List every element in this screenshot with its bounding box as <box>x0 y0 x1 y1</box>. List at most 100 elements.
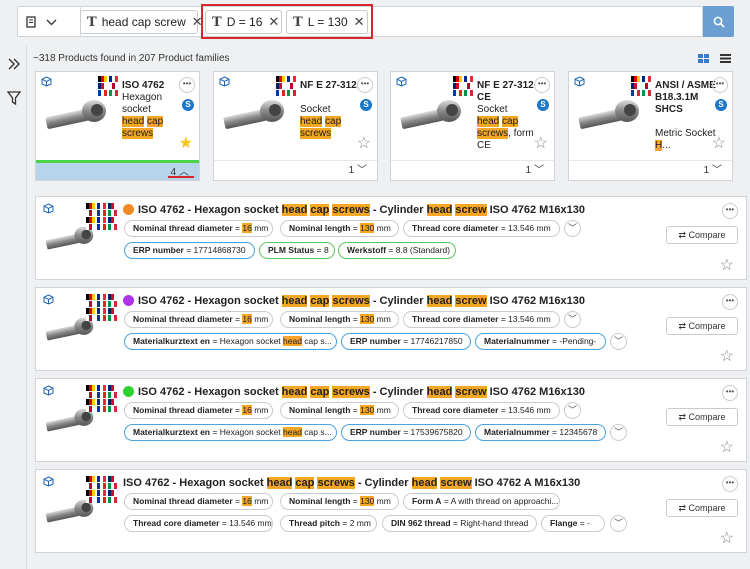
attribute-pill[interactable]: DIN 962 thread = Right-hand thread <box>382 515 537 532</box>
highlight-term: screws <box>332 204 370 216</box>
compare-button[interactable]: ⇄ Compare <box>666 317 738 335</box>
product-family-card[interactable]: NF E 27-312 Socket head cap screws ••• S ☆ 1 ﹀ <box>213 71 378 181</box>
star-icon[interactable]: ☆ <box>712 133 726 153</box>
attribute-name: Thread core diameter <box>412 314 499 324</box>
expand-chevron-icon[interactable]: ﹀ <box>564 402 581 419</box>
card-variant-toggle[interactable]: 1 ﹀ <box>569 160 732 180</box>
grid-view-icon[interactable] <box>698 54 709 63</box>
description-text: Metric Socket <box>655 128 716 139</box>
chevron-down-icon: ﹀ <box>531 165 544 176</box>
search-button[interactable] <box>703 6 734 37</box>
attribute-name: Nominal length <box>289 405 351 415</box>
highlight-term: 130 <box>360 405 375 415</box>
attribute-pill[interactable]: Thread core diameter = 13.546 mm <box>403 311 560 328</box>
attribute-pill[interactable]: Form A = A with thread on approachi... <box>403 493 560 510</box>
attribute-pill[interactable]: Thread pitch = 2 mm <box>280 515 377 532</box>
attribute-pill[interactable]: Werkstoff = 8.8 (Standard) <box>338 242 456 259</box>
card-variant-toggle[interactable]: 4 ︿ <box>36 160 199 180</box>
chevron-down-icon <box>46 19 57 25</box>
highlight-term: cap <box>147 116 164 127</box>
product-family-card[interactable]: ANSI / ASME B18.3.1M SHCS Metric Socket H.… <box>568 71 733 181</box>
attribute-pill[interactable]: Nominal thread diameter = 16 mm <box>124 311 273 328</box>
3d-model-icon <box>219 76 230 87</box>
product-row[interactable]: ISO 4762 - Hexagon socket head cap screw… <box>35 287 747 371</box>
attribute-name: Thread core diameter <box>133 518 220 528</box>
attribute-pill[interactable]: Materialkurztext en = Hexagon socket hea… <box>124 333 337 350</box>
star-icon[interactable]: ☆ <box>534 133 548 153</box>
expand-chevron-icon[interactable]: ﹀ <box>610 424 627 441</box>
search-chip-text[interactable]: T head cap screw ✕ <box>80 10 203 34</box>
attribute-pill[interactable]: Thread core diameter = 13.546 mm <box>124 515 273 532</box>
more-options-button[interactable]: ••• <box>722 476 738 492</box>
product-family-card[interactable]: ISO 4762 Hexagon socket head cap screws ••• S… <box>35 71 200 181</box>
attribute-pill[interactable]: Materialnummer = -Pending- <box>475 333 606 350</box>
attribute-pill[interactable]: Nominal length = 130 mm <box>280 402 399 419</box>
attribute-pill[interactable]: ERP number = 17746217850 <box>341 333 471 350</box>
attribute-value: = <box>352 496 361 506</box>
star-icon[interactable]: ★ <box>179 133 193 153</box>
expand-chevron-icon[interactable]: ﹀ <box>610 515 627 532</box>
list-view-icon[interactable] <box>720 54 731 63</box>
attribute-pill[interactable]: Flange = - <box>541 515 605 532</box>
more-options-button[interactable]: ••• <box>357 77 373 93</box>
color-marker <box>123 204 134 215</box>
row-title[interactable]: ISO 4762 - Hexagon socket head cap screw… <box>123 477 580 489</box>
more-options-button[interactable]: ••• <box>722 203 738 219</box>
star-icon[interactable]: ☆ <box>720 255 734 275</box>
more-options-button[interactable]: ••• <box>712 77 728 93</box>
attribute-pill[interactable]: ERP number = 17714868730 <box>124 242 255 259</box>
double-chevron-right-icon[interactable] <box>6 56 22 72</box>
more-options-button[interactable]: ••• <box>722 385 738 401</box>
magnifier-icon <box>713 16 725 28</box>
star-icon[interactable]: ☆ <box>720 437 734 457</box>
product-row[interactable]: ISO 4762 - Hexagon socket head cap screw… <box>35 469 747 553</box>
3d-model-icon <box>574 76 585 87</box>
title-text: - Cylinder <box>369 295 427 307</box>
more-options-button[interactable]: ••• <box>179 77 195 93</box>
attribute-name: Nominal thread diameter <box>133 405 233 415</box>
expand-chevron-icon[interactable]: ﹀ <box>564 311 581 328</box>
product-family-card[interactable]: NF E 27-312 CE Socket head cap screws, form… <box>390 71 555 181</box>
attribute-pill[interactable]: Thread core diameter = 13.546 mm <box>403 220 560 237</box>
row-title[interactable]: ISO 4762 - Hexagon socket head cap screw… <box>123 204 585 216</box>
attribute-value: mm <box>251 405 269 415</box>
catalog-icon <box>26 16 36 28</box>
star-icon[interactable]: ☆ <box>720 346 734 366</box>
row-title[interactable]: ISO 4762 - Hexagon socket head cap screw… <box>123 386 585 398</box>
star-icon[interactable]: ☆ <box>720 528 734 548</box>
language-flags-icon <box>86 385 117 413</box>
expand-chevron-icon[interactable]: ﹀ <box>564 220 581 237</box>
attribute-pill[interactable]: Nominal length = 130 mm <box>280 220 399 237</box>
more-options-button[interactable]: ••• <box>722 294 738 310</box>
funnel-icon[interactable] <box>6 90 22 106</box>
highlight-term: head <box>283 336 302 346</box>
attribute-pill[interactable]: Materialkurztext en = Hexagon socket hea… <box>124 424 337 441</box>
more-options-button[interactable]: ••• <box>534 77 550 93</box>
attribute-pill[interactable]: Nominal thread diameter = 16 mm <box>124 220 273 237</box>
row-title[interactable]: ISO 4762 - Hexagon socket head cap screw… <box>123 295 585 307</box>
title-text: - Cylinder <box>369 386 427 398</box>
card-variant-toggle[interactable]: 1 ﹀ <box>391 160 554 180</box>
product-row[interactable]: ISO 4762 - Hexagon socket head cap screw… <box>35 378 747 462</box>
compare-button[interactable]: ⇄ Compare <box>666 408 738 426</box>
attribute-pill[interactable]: Nominal thread diameter = 16 mm <box>124 493 273 510</box>
attribute-pill[interactable]: Nominal thread diameter = 16 mm <box>124 402 273 419</box>
product-row[interactable]: ISO 4762 - Hexagon socket head cap screw… <box>35 196 747 280</box>
attribute-pill[interactable]: Nominal length = 130 mm <box>280 493 399 510</box>
attribute-pill[interactable]: PLM Status = 8 <box>259 242 335 259</box>
star-icon[interactable]: ☆ <box>357 133 371 153</box>
expand-chevron-icon[interactable]: ﹀ <box>610 333 627 350</box>
catalog-selector[interactable] <box>26 6 81 37</box>
highlight-term: cap <box>310 295 330 307</box>
compare-button[interactable]: ⇄ Compare <box>666 226 738 244</box>
highlight-term: head <box>283 427 302 437</box>
attribute-pill[interactable]: ERP number = 17539675820 <box>341 424 471 441</box>
attribute-pill[interactable]: Thread core diameter = 13.546 mm <box>403 402 560 419</box>
attribute-pill[interactable]: Materialnummer = 12345678 <box>475 424 606 441</box>
attribute-name: Nominal length <box>289 496 351 506</box>
attribute-pill[interactable]: Nominal length = 130 mm <box>280 311 399 328</box>
card-variant-toggle[interactable]: 1 ﹀ <box>214 160 377 180</box>
compare-button[interactable]: ⇄ Compare <box>666 499 738 517</box>
attribute-name: Werkstoff <box>347 245 387 255</box>
attribute-value: = Hexagon socket <box>212 336 284 346</box>
